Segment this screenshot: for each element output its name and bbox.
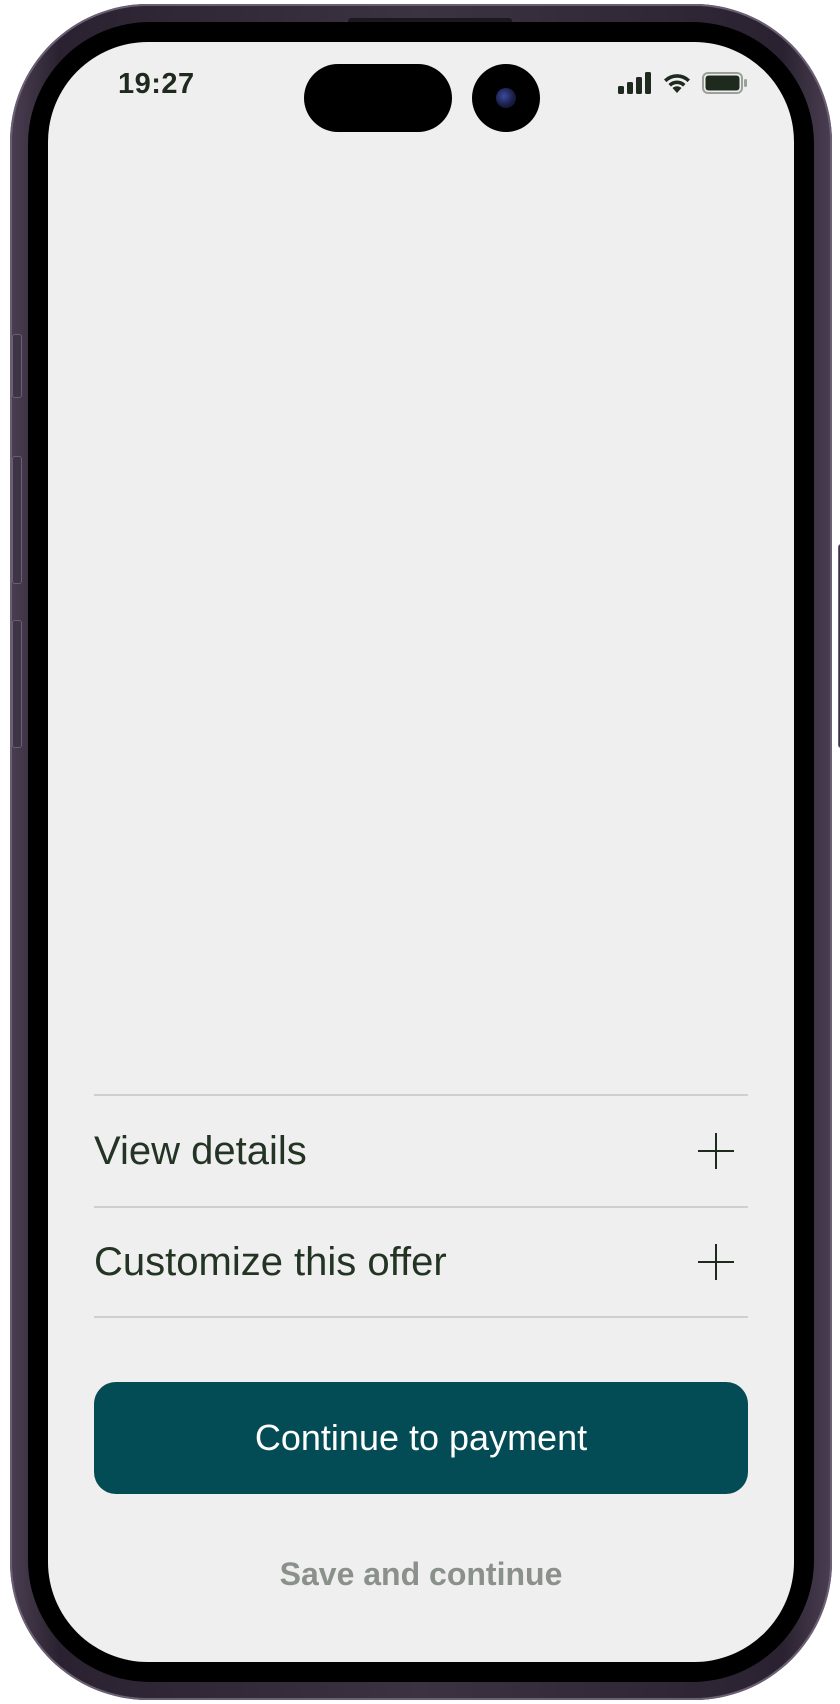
wifi-icon bbox=[664, 74, 690, 93]
volume-up-button bbox=[12, 456, 22, 584]
action-button bbox=[12, 334, 22, 398]
offer-accordion: View details Customize this offer bbox=[94, 1094, 748, 1318]
dynamic-island bbox=[304, 64, 452, 132]
save-and-continue-link[interactable]: Save and continue bbox=[94, 1556, 748, 1593]
accordion-row-view-details[interactable]: View details bbox=[94, 1094, 748, 1206]
volume-down-button bbox=[12, 620, 22, 748]
continue-to-payment-button[interactable]: Continue to payment bbox=[94, 1382, 748, 1494]
plus-icon[interactable] bbox=[696, 1131, 736, 1171]
status-time: 19:27 bbox=[118, 68, 195, 100]
status-icons bbox=[618, 72, 748, 94]
accordion-label: View details bbox=[94, 1128, 307, 1173]
cellular-signal-icon bbox=[618, 72, 651, 94]
plus-icon[interactable] bbox=[696, 1242, 736, 1282]
camera-lens bbox=[496, 88, 516, 108]
accordion-label: Customize this offer bbox=[94, 1239, 447, 1284]
front-camera bbox=[472, 64, 540, 132]
battery-icon bbox=[702, 72, 747, 94]
app-screen: 19:27 View details Customize this offer bbox=[48, 42, 794, 1662]
accordion-row-customize-offer[interactable]: Customize this offer bbox=[94, 1206, 748, 1318]
